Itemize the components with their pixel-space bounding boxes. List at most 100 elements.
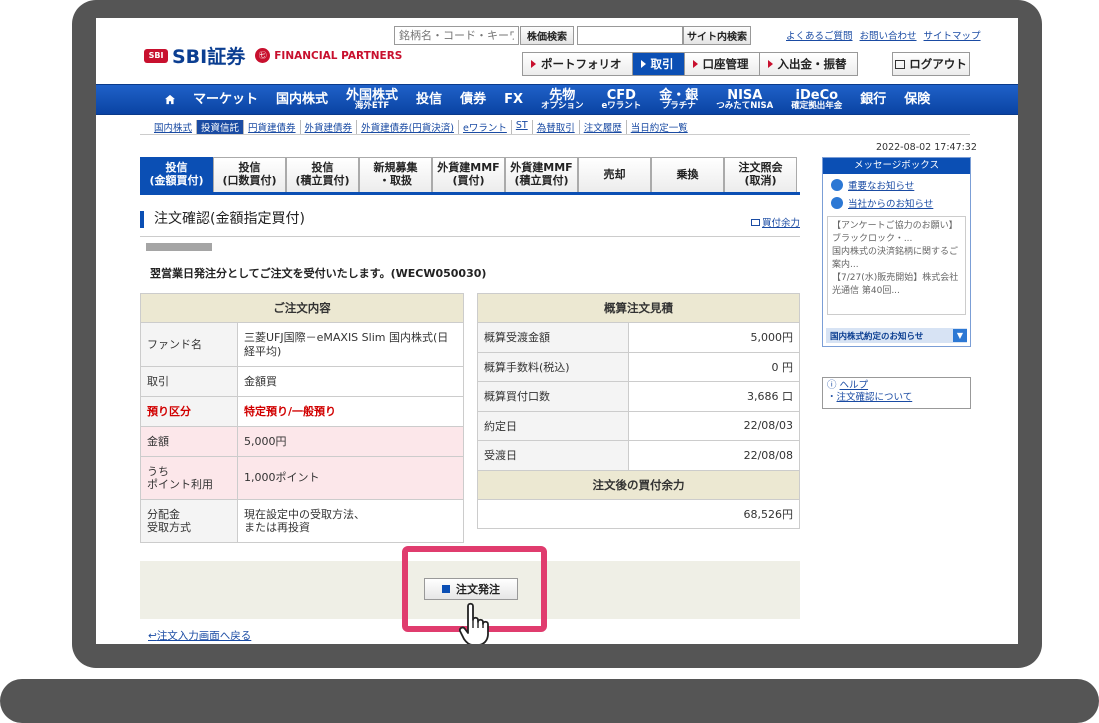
laptop-base (0, 679, 1099, 723)
help-box: ⓘ ヘルプ ・注文確認について (822, 377, 971, 409)
trade-type-value: 金額買 (237, 366, 464, 397)
sub-nav: 国内株式 投資信託 円貨建債券 外貨建債券 外貨建債券(円貨決済) eワラント … (150, 120, 692, 134)
subnav-foreign-bond[interactable]: 外貨建債券 (301, 120, 358, 134)
triangle-icon (640, 60, 646, 68)
pointer-hand-icon (459, 602, 489, 644)
home-icon[interactable] (156, 93, 184, 106)
return-arrow-icon: ↩ (148, 630, 157, 642)
points-label: うち ポイント利用 (140, 456, 238, 500)
subnav-foreign-bond-yen[interactable]: 外貨建債券(円貨決済) (357, 120, 459, 134)
divider (140, 134, 970, 135)
stock-search-input[interactable] (394, 26, 519, 45)
info-icon (831, 197, 843, 209)
subnav-yen-bond[interactable]: 円貨建債券 (244, 120, 301, 134)
portfolio-button[interactable]: ポートフォリオ (523, 53, 633, 75)
news-item[interactable]: 【7/27(水)販売開始】株式会社光通信 第40回... (832, 272, 961, 298)
distribution-value-line1: 現在設定中の受取方法、 (244, 507, 365, 521)
triangle-icon (531, 60, 536, 68)
nav-foreign-stock[interactable]: 外国株式 海外ETF (337, 89, 407, 111)
commission-value: 0 円 (628, 351, 800, 382)
trade-button[interactable]: 取引 (632, 53, 685, 75)
subnav-domestic-stock[interactable]: 国内株式 (150, 120, 198, 134)
settlement-amount-value: 5,000円 (628, 322, 800, 353)
tab-amount-buy[interactable]: 投信 (金額買付) (140, 157, 213, 192)
buy-power-link[interactable]: 買付余力 (750, 215, 800, 229)
logout-button[interactable]: ログアウト (892, 52, 970, 76)
subnav-order-history[interactable]: 注文履歴 (580, 120, 627, 134)
subnav-investment-trust[interactable]: 投資信託 (197, 120, 245, 134)
amount-label: 金額 (140, 426, 238, 457)
stage: SBI SBI証券 ㊆ FINANCIAL PARTNERS 株価検索 サイト内… (0, 0, 1099, 723)
confirmation-message: 翌営業日発注分としてご注文を受付いたします。(WECW050030) (150, 267, 487, 280)
news-list: 【アンケートご協力のお願い】ブラックロック・... 国内株式の決済銘柄に関するご… (827, 216, 966, 315)
tab-mmf-buy[interactable]: 外貨建MMF (買付) (432, 157, 505, 192)
settlement-amount-label: 概算受渡金額 (477, 322, 629, 353)
faq-link[interactable]: よくあるご質問 (786, 28, 853, 42)
commission-label: 概算手数料(税込) (477, 351, 629, 382)
nav-cfd[interactable]: CFD eワラント (593, 89, 651, 111)
nav-nisa[interactable]: NISA つみたてNISA (707, 89, 782, 111)
distribution-label: 分配金 受取方式 (140, 499, 238, 543)
news-item[interactable]: 【アンケートご協力のお願い】ブラックロック・... (832, 220, 961, 246)
nav-ideco[interactable]: iDeCo 確定拠出年金 (782, 89, 851, 111)
subnav-today-executions[interactable]: 当日約定一覧 (627, 120, 692, 134)
points-value: 1,000ポイント (237, 456, 464, 500)
distribution-value-line2: または再投資 (244, 521, 310, 534)
custody-type-label: 預り区分 (140, 396, 238, 427)
order-details-header: ご注文内容 (140, 293, 464, 323)
distribution-label-line2: 受取方式 (147, 521, 191, 534)
company-notice-link[interactable]: 当社からのお知らせ (831, 196, 970, 210)
order-confirm-help-link[interactable]: ・注文確認について (827, 392, 966, 404)
main-nav: マーケット 国内株式 外国株式 海外ETF 投信 債券 FX 先物 オプション CF… (96, 84, 1018, 115)
execution-notice-bar[interactable]: 国内株式約定のお知らせ ▼ (826, 328, 967, 343)
subnav-fx-trade[interactable]: 為替取引 (533, 120, 580, 134)
nav-bank[interactable]: 銀行 (851, 93, 895, 106)
tab-mmf-savings[interactable]: 外貨建MMF (積立買付) (505, 157, 578, 192)
nav-investment-trust[interactable]: 投信 (407, 93, 451, 106)
stock-search-button[interactable]: 株価検索 (520, 26, 574, 45)
nav-market[interactable]: マーケット (184, 93, 267, 106)
mini-nav: ポートフォリオ 取引 口座管理 入出金・振替 (522, 52, 858, 76)
tab-sell[interactable]: 売却 (578, 157, 651, 192)
triangle-icon (692, 60, 698, 68)
nav-gold-silver[interactable]: 金・銀 プラチナ (650, 89, 707, 111)
tab-switch[interactable]: 乗換 (651, 157, 724, 192)
tab-order-inquiry[interactable]: 注文照会 (取消) (724, 157, 797, 192)
window-icon (750, 219, 760, 226)
trade-tabs: 投信 (金額買付) 投信 (口数買付) 投信 (積立買付) 新規募集 ・取扱 外貨建MM… (140, 157, 800, 195)
contact-link[interactable]: お問い合わせ (860, 28, 917, 42)
status-bar (146, 243, 212, 251)
delivery-date-label: 受渡日 (477, 440, 629, 471)
back-to-input-link[interactable]: ↩注文入力画面へ戻る (148, 628, 251, 643)
sitemap-link[interactable]: サイトマップ (924, 28, 981, 42)
info-icon (831, 179, 843, 191)
fund-name-value: 三菱UFJ国際－eMAXIS Slim 国内株式(日経平均) (237, 322, 464, 367)
subnav-st[interactable]: ST (512, 120, 533, 134)
trade-date-value: 22/08/03 (628, 410, 800, 441)
site-search-input[interactable] (577, 26, 683, 45)
top-links: よくあるご質問 お問い合わせ サイトマップ (786, 28, 981, 42)
sbi-logo-icon: SBI (144, 48, 168, 63)
nav-domestic-stock[interactable]: 国内株式 (267, 93, 337, 106)
nav-futures[interactable]: 先物 オプション (532, 89, 593, 111)
nav-fx[interactable]: FX (495, 93, 532, 106)
subnav-ewarrant[interactable]: eワラント (459, 120, 512, 134)
nav-bonds[interactable]: 債券 (451, 93, 495, 106)
page-title: 注文確認(金額指定買付) (140, 211, 305, 228)
tab-savings-buy[interactable]: 投信 (積立買付) (286, 157, 359, 192)
help-link[interactable]: ⓘ ヘルプ (827, 380, 966, 392)
tab-units-buy[interactable]: 投信 (口数買付) (213, 157, 286, 192)
distribution-label-line1: 分配金 (147, 507, 180, 521)
deposit-transfer-button[interactable]: 入出金・振替 (759, 53, 857, 75)
sbi-logo[interactable]: SBI SBI証券 ㊆ FINANCIAL PARTNERS (144, 42, 402, 69)
nav-insurance[interactable]: 保険 (895, 93, 939, 106)
site-search-button[interactable]: サイト内検索 (683, 26, 751, 45)
message-box: メッセージボックス 重要なお知らせ 当社からのお知らせ 【アンケートご協力のお願… (822, 157, 971, 347)
points-label-line2: ポイント利用 (147, 478, 213, 491)
account-button[interactable]: 口座管理 (684, 53, 760, 75)
tab-new-offering[interactable]: 新規募集 ・取扱 (359, 157, 432, 192)
distribution-value: 現在設定中の受取方法、 または再投資 (237, 499, 464, 543)
important-notice-link[interactable]: 重要なお知らせ (831, 178, 970, 192)
trade-type-label: 取引 (140, 366, 238, 397)
news-item[interactable]: 国内株式の決済銘柄に関するご案内... (832, 246, 961, 272)
